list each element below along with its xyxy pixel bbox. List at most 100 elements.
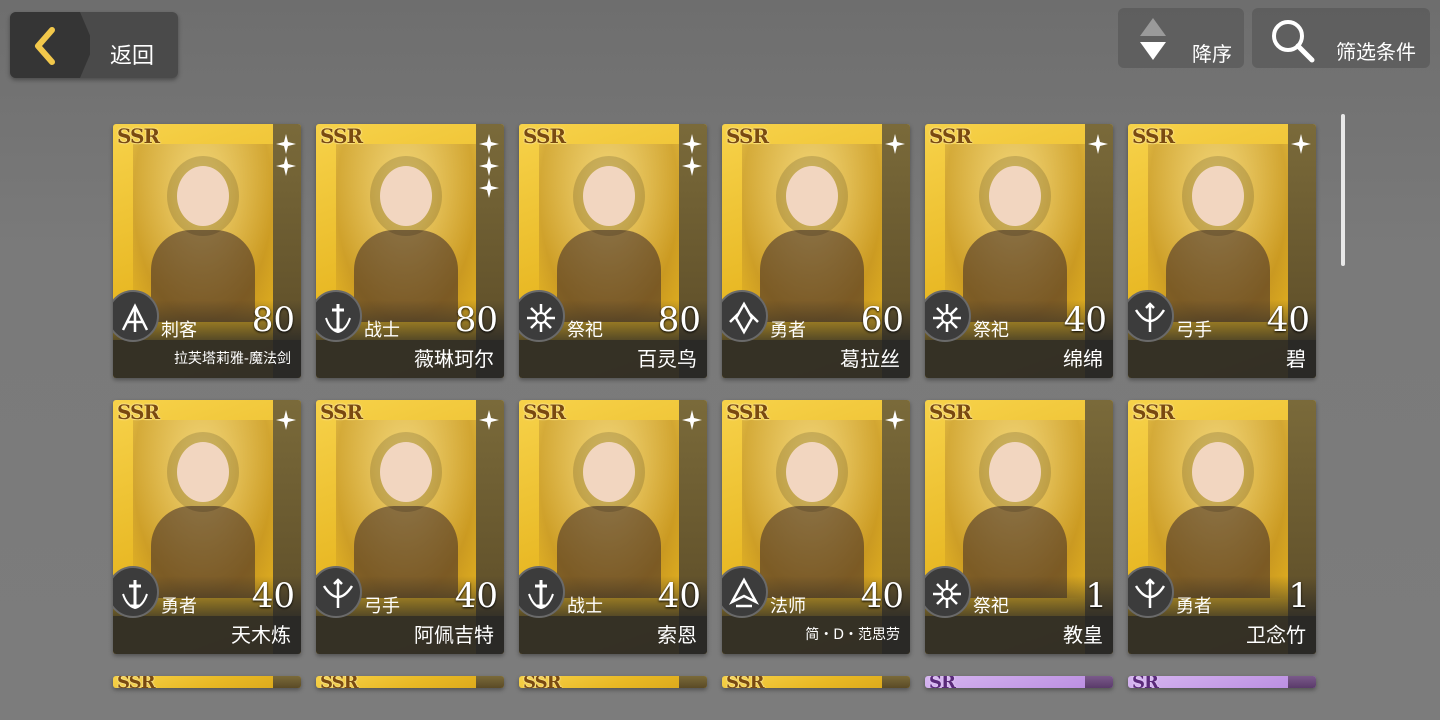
star-rating (476, 134, 502, 200)
card-stripe (679, 676, 707, 688)
rarity-badge: SR (929, 676, 956, 688)
star-icon (682, 156, 702, 176)
star-icon (276, 410, 296, 430)
star-icon (682, 134, 702, 154)
level-value: 40 (860, 576, 904, 616)
rarity-badge: SSR (320, 124, 363, 148)
scrollbar[interactable] (1341, 114, 1345, 266)
character-card[interactable]: SSR 祭祀 80 百灵鸟 (519, 124, 707, 378)
star-rating (273, 134, 299, 178)
level-value: 40 (1063, 300, 1107, 340)
class-label: 弓手 (1176, 320, 1212, 341)
character-card-partial[interactable]: SR (925, 676, 1113, 688)
star-rating (679, 134, 705, 178)
character-card-partial[interactable]: SSR (113, 676, 301, 688)
class-label: 祭祀 (973, 320, 1009, 341)
warrior-icon (316, 290, 362, 342)
character-card-partial[interactable]: SR (1128, 676, 1316, 688)
filter-button[interactable]: 筛选条件 (1252, 8, 1430, 68)
class-label: 法师 (770, 596, 806, 617)
character-name: 拉芙塔莉雅-魔法剑 (173, 351, 291, 367)
priest-icon (925, 290, 971, 342)
level-value: 40 (454, 576, 498, 616)
archer-icon (1128, 566, 1174, 618)
class-label: 祭祀 (567, 320, 603, 341)
character-name: 绵绵 (1063, 347, 1103, 371)
rarity-badge: SSR (929, 400, 972, 424)
star-rating (679, 410, 705, 432)
character-portrait (945, 420, 1085, 598)
character-portrait (1148, 420, 1288, 598)
character-card[interactable]: SSR 勇者 1 卫念竹 (1128, 400, 1316, 654)
rarity-badge: SSR (726, 400, 769, 424)
archer-icon (1128, 290, 1174, 342)
character-card[interactable]: SSR 刺客 80 拉芙塔莉雅-魔法剑 (113, 124, 301, 378)
star-icon (682, 410, 702, 430)
chevron-left-icon (35, 27, 55, 65)
character-portrait (336, 144, 476, 322)
character-card[interactable]: SSR 勇者 40 天木炼 (113, 400, 301, 654)
character-card-partial[interactable]: SSR (519, 676, 707, 688)
card-stripe (476, 676, 504, 688)
star-icon (276, 134, 296, 154)
star-icon (1291, 134, 1311, 154)
class-label: 弓手 (364, 596, 400, 617)
rarity-badge: SSR (726, 124, 769, 148)
star-icon (479, 156, 499, 176)
star-icon (885, 410, 905, 430)
character-card[interactable]: SSR 勇者 60 葛拉丝 (722, 124, 910, 378)
character-card[interactable]: SSR 祭祀 1 教皇 (925, 400, 1113, 654)
rarity-badge: SSR (320, 676, 359, 688)
star-rating (476, 410, 502, 432)
sort-label: 降序 (1192, 42, 1232, 66)
class-label: 勇者 (1176, 596, 1212, 617)
character-name: 薇琳珂尔 (414, 347, 494, 371)
star-rating (882, 134, 908, 156)
character-portrait (133, 144, 273, 322)
character-card[interactable]: SSR 法师 40 简・D・范思劳 (722, 400, 910, 654)
rarity-badge: SSR (117, 124, 160, 148)
warrior-icon (113, 566, 159, 618)
rarity-badge: SSR (1132, 124, 1175, 148)
star-rating (273, 410, 299, 432)
star-icon (276, 156, 296, 176)
back-button[interactable]: 返回 (10, 12, 178, 78)
rarity-badge: SSR (117, 400, 160, 424)
character-card[interactable]: SSR 祭祀 40 绵绵 (925, 124, 1113, 378)
star-icon (885, 134, 905, 154)
star-icon (1088, 134, 1108, 154)
character-card[interactable]: SSR 弓手 40 碧 (1128, 124, 1316, 378)
card-stripe (1085, 676, 1113, 688)
class-label: 战士 (567, 596, 603, 617)
character-portrait (539, 144, 679, 322)
warrior-icon (519, 566, 565, 618)
level-value: 1 (1085, 576, 1107, 616)
hero-icon (722, 290, 768, 342)
class-label: 战士 (364, 320, 400, 341)
character-name: 卫念竹 (1246, 623, 1306, 647)
character-card[interactable]: SSR 战士 80 薇琳珂尔 (316, 124, 504, 378)
mage-icon (722, 566, 768, 618)
character-name: 百灵鸟 (637, 347, 697, 371)
rarity-badge: SSR (523, 400, 566, 424)
rarity-badge: SSR (117, 676, 156, 688)
star-rating (1085, 134, 1111, 156)
character-portrait (742, 420, 882, 598)
character-card-partial[interactable]: SSR (316, 676, 504, 688)
character-portrait (133, 420, 273, 598)
character-card[interactable]: SSR 战士 40 索恩 (519, 400, 707, 654)
character-name: 索恩 (657, 623, 697, 647)
character-portrait (539, 420, 679, 598)
character-card[interactable]: SSR 弓手 40 阿佩吉特 (316, 400, 504, 654)
sort-button[interactable]: 降序 (1118, 8, 1244, 68)
character-card-partial[interactable]: SSR (722, 676, 910, 688)
level-value: 1 (1288, 576, 1310, 616)
class-label: 勇者 (770, 320, 806, 341)
level-value: 60 (860, 300, 904, 340)
assassin-icon (113, 290, 159, 342)
rarity-badge: SR (1132, 676, 1159, 688)
star-rating (882, 410, 908, 432)
star-icon (479, 134, 499, 154)
character-portrait (742, 144, 882, 322)
character-name: 教皇 (1063, 623, 1103, 647)
